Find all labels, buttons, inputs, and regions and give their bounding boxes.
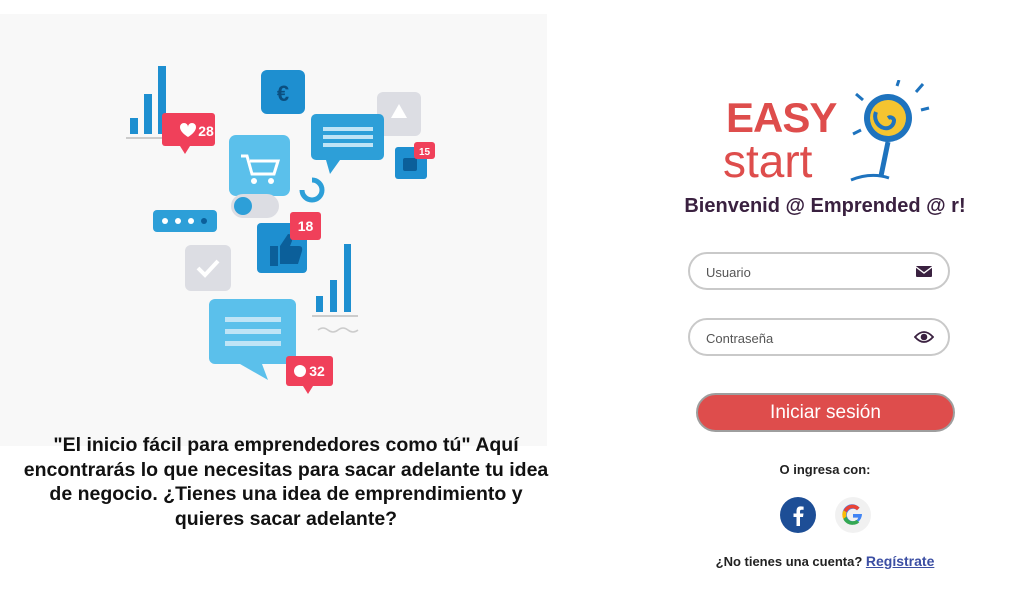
likes-badge: 28 — [162, 113, 215, 154]
logo-word-start: start — [723, 135, 813, 187]
small-badge-count: 15 — [419, 147, 431, 158]
facebook-icon[interactable] — [780, 497, 816, 533]
or-login-with-label: O ingresa con: — [779, 462, 871, 477]
illustration-panel: 28 € 15 18 32 — [0, 14, 547, 446]
password-field — [688, 318, 950, 356]
comments-badge: 32 — [286, 356, 333, 394]
thumbs-up-icon: 18 — [257, 212, 321, 273]
tagline-text: "El inicio fácil para emprendedores como… — [23, 434, 549, 530]
check-icon — [185, 245, 231, 291]
social-media-illustration: 28 € 15 18 32 — [126, 66, 435, 394]
euro-icon: € — [261, 70, 305, 114]
message-bubble-icon — [209, 299, 296, 380]
small-thumbs-icon: 15 — [395, 142, 435, 179]
toggle-icon — [231, 194, 279, 218]
logo-word-easy: EASY — [726, 94, 837, 141]
username-field — [688, 252, 950, 290]
loading-ring-icon — [299, 177, 325, 203]
thumbs-count: 18 — [298, 218, 314, 234]
password-input[interactable] — [704, 320, 908, 356]
likes-count: 28 — [198, 123, 214, 139]
svg-text:€: € — [277, 81, 289, 106]
password-dots-icon — [153, 210, 217, 232]
easy-start-logo: EASY start — [723, 80, 930, 187]
signup-link[interactable]: Regístrate — [866, 553, 934, 569]
bar-chart-icon-2 — [312, 244, 359, 333]
signup-prompt: ¿No tienes una cuenta? Regístrate — [655, 553, 995, 569]
welcome-heading: Bienvenid @ Emprended @ r! — [684, 195, 966, 217]
no-account-text: ¿No tienes una cuenta? — [715, 554, 863, 569]
shopping-cart-icon — [229, 135, 290, 196]
eye-icon[interactable] — [914, 329, 934, 345]
comments-count: 32 — [309, 363, 325, 379]
username-input[interactable] — [704, 254, 908, 290]
login-panel: EASY start Bienvenid @ Emprended @ r! Us… — [655, 0, 995, 601]
google-icon[interactable] — [835, 497, 871, 533]
login-button[interactable]: Iniciar sesión — [696, 393, 955, 432]
envelope-icon — [915, 266, 933, 277]
logo-lollipop-icon — [850, 80, 930, 182]
chat-bubble-icon — [311, 114, 384, 174]
